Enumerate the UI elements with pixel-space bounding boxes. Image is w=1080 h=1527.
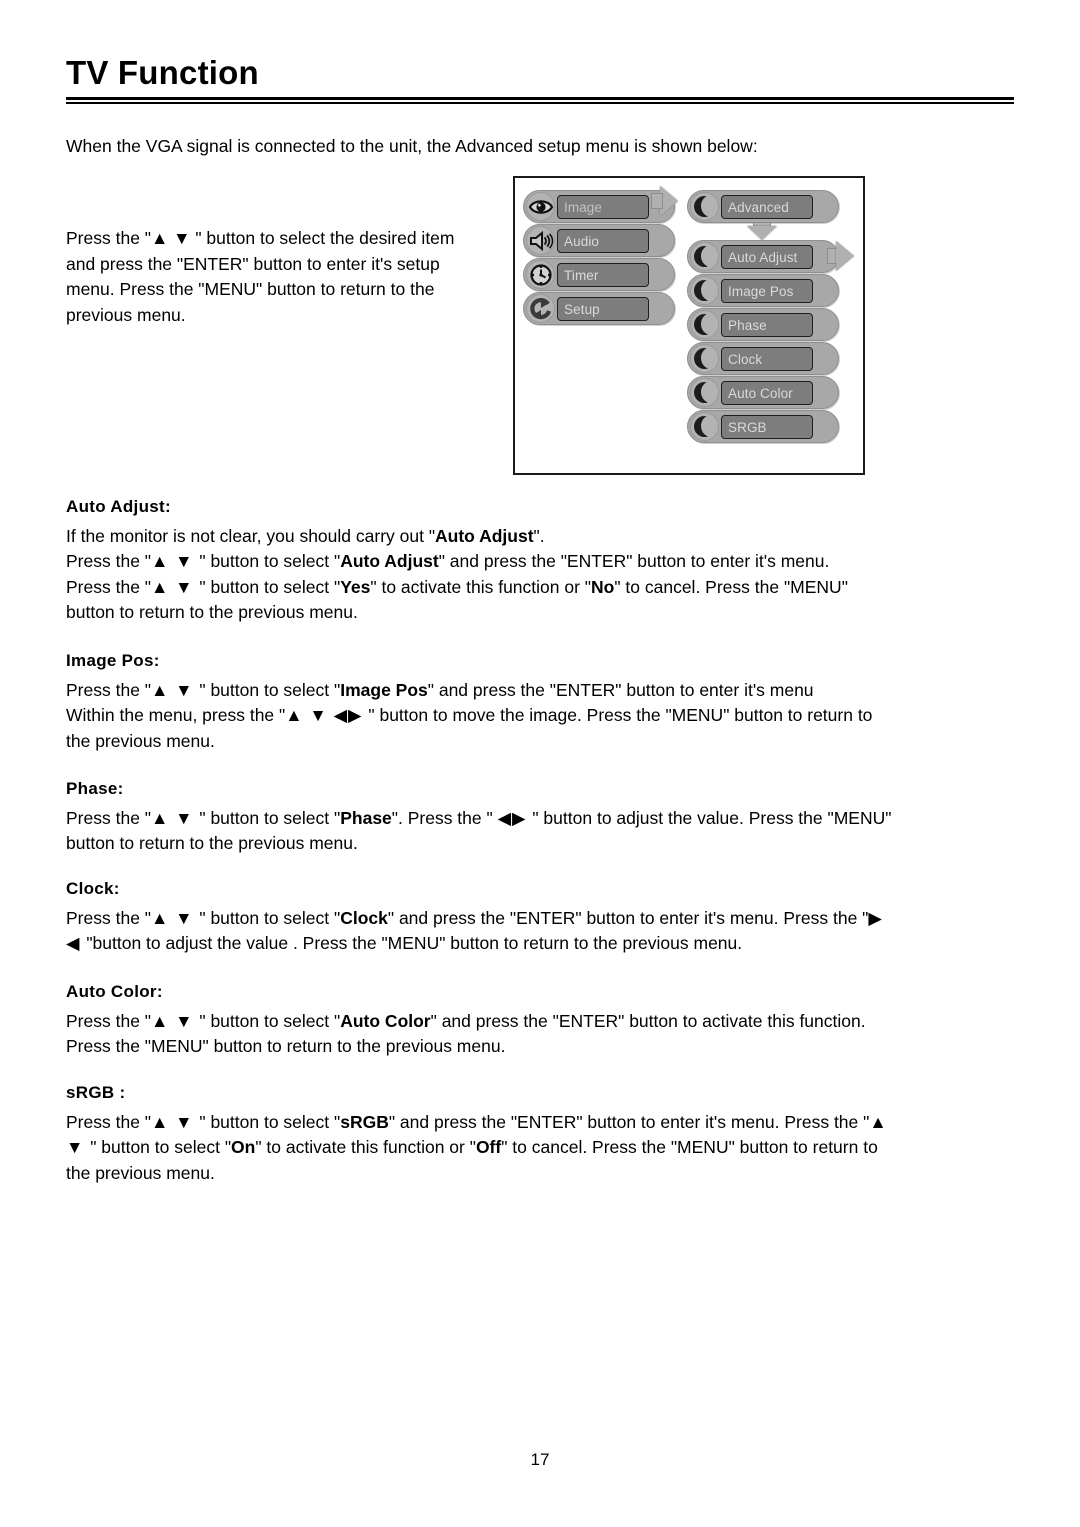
menu-item-clock-label: Clock [721,347,813,371]
menu-item-phase[interactable]: Phase [687,308,839,341]
section-clock-line-1: Press the "▲ ▼ " button to select "Clock… [66,907,883,954]
section-srgb-heading: sRGB : [66,1083,126,1102]
menu-item-advanced-label: Advanced [721,195,813,219]
menu-item-phase-label: Phase [721,313,813,337]
menu-item-image-pos-label: Image Pos [721,279,813,303]
clock-icon [526,260,555,289]
menu-item-timer[interactable]: Timer [523,258,675,291]
section-auto-adjust-line-3: Press the "▲ ▼ " button to select "Yes" … [66,576,848,623]
section-image-pos: Image Pos: Press the "▲ ▼ " button to se… [66,648,896,754]
section-auto-adjust-line-1: If the monitor is not clear, you should … [66,525,545,546]
auto-adjust-next-arrow-icon [836,241,854,271]
menu-item-auto-adjust-label: Auto Adjust [721,245,813,269]
image-to-advanced-arrow-stem [651,193,663,209]
menu-item-image-pos[interactable]: Image Pos [687,274,839,307]
page-title: TV Function [66,54,259,91]
crescent-icon [690,192,719,221]
menu-item-image-label: Image [557,195,649,219]
osd-menu-diagram: Image Audio Timer Setup Advanced Auto Ad… [513,176,865,475]
menu-item-srgb[interactable]: SRGB [687,410,839,443]
section-auto-adjust-line-2: Press the "▲ ▼ " button to select "Auto … [66,551,830,571]
section-auto-color-line-1: Press the "▲ ▼ " button to select "Auto … [66,1010,866,1057]
title-underline-rule-secondary [66,102,1014,104]
menu-item-audio-label: Audio [557,229,649,253]
page-number: 17 [530,1450,550,1469]
refresh-icon [526,294,555,323]
document-page: TV Function When the VGA signal is conne… [0,0,1080,1527]
crescent-icon [690,276,719,305]
section-clock: Clock: Press the "▲ ▼ " button to select… [66,876,896,957]
section-image-pos-heading: Image Pos: [66,651,160,670]
speaker-icon [526,226,555,255]
menu-item-clock[interactable]: Clock [687,342,839,375]
menu-item-setup-label: Setup [557,297,649,321]
section-clock-heading: Clock: [66,879,120,898]
menu-item-audio[interactable]: Audio [523,224,675,257]
menu-item-advanced[interactable]: Advanced [687,190,839,223]
section-phase-line-1: Press the "▲ ▼ " button to select "Phase… [66,807,892,854]
section-auto-adjust: Auto Adjust: If the monitor is not clear… [66,494,896,626]
diagram-main-menu-column: Image Audio Timer Setup [523,190,675,326]
menu-item-auto-color[interactable]: Auto Color [687,376,839,409]
section-auto-color-heading: Auto Color: [66,982,163,1001]
menu-item-timer-label: Timer [557,263,649,287]
section-phase-heading: Phase: [66,779,124,798]
crescent-icon [690,378,719,407]
section-srgb: sRGB : Press the "▲ ▼ " button to select… [66,1080,896,1186]
navigation-instructions-paragraph: Press the "▲ ▼ " button to select the de… [66,228,455,325]
menu-item-auto-adjust[interactable]: Auto Adjust [687,240,839,273]
title-underline-rule [66,97,1014,100]
intro-paragraph: When the VGA signal is connected to the … [66,136,758,156]
section-auto-adjust-heading: Auto Adjust: [66,497,171,516]
crescent-icon [690,344,719,373]
crescent-icon [690,310,719,339]
crescent-icon [690,412,719,441]
section-image-pos-line-1: Press the "▲ ▼ " button to select "Image… [66,679,814,700]
section-image-pos-line-2: Within the menu, press the "▲ ▼ ◀▶ " but… [66,705,873,751]
section-srgb-line-1: Press the "▲ ▼ " button to select "sRGB"… [66,1111,888,1183]
eye-icon [526,192,555,221]
section-phase: Phase: Press the "▲ ▼ " button to select… [66,776,896,857]
menu-item-srgb-label: SRGB [721,415,813,439]
crescent-icon [690,242,719,271]
menu-item-auto-color-label: Auto Color [721,381,813,405]
advanced-to-auto-adjust-arrow-icon [747,226,777,240]
section-auto-color: Auto Color: Press the "▲ ▼ " button to s… [66,979,896,1060]
menu-item-setup[interactable]: Setup [523,292,675,325]
